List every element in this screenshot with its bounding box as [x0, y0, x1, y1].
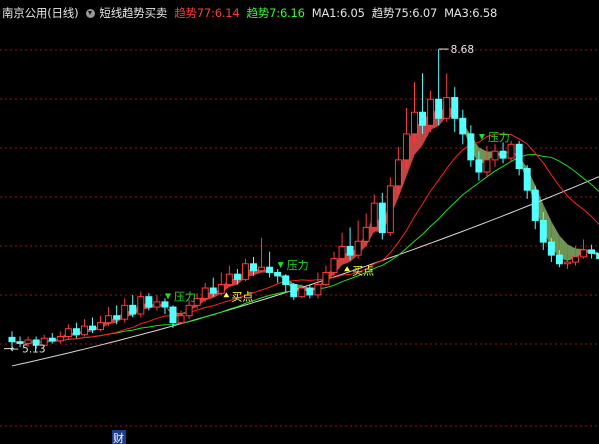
- candle-down: [555, 254, 563, 265]
- candle-down: [539, 219, 547, 243]
- candle-up: [483, 159, 491, 173]
- candle-up: [217, 284, 225, 294]
- candle-down: [523, 168, 531, 191]
- candle-up: [386, 185, 394, 234]
- candle-down: [250, 263, 257, 272]
- candle-down: [72, 328, 80, 336]
- finance-marker-icon: 财: [113, 431, 124, 444]
- candle-down: [290, 284, 298, 298]
- chart-window: 南京公用 (日线) 短线趋势买卖 趋势77: 6.14 趋势7: 6.16 MA…: [0, 0, 599, 444]
- candle-up: [427, 98, 435, 126]
- candle-up: [153, 301, 161, 308]
- candle-down: [233, 273, 241, 280]
- candle-up: [394, 159, 402, 187]
- candle-up: [402, 133, 410, 161]
- candle-up: [362, 226, 370, 242]
- candle-up: [443, 97, 451, 119]
- candle-down: [161, 301, 169, 308]
- candle-up: [491, 150, 499, 161]
- candle-down: [467, 133, 475, 161]
- candle-up: [121, 304, 129, 320]
- sell-signal-icon: [165, 293, 171, 300]
- candle-down: [475, 159, 483, 173]
- candle-down: [282, 275, 290, 286]
- candle-down: [547, 241, 555, 256]
- buy-signal-icon: [344, 266, 351, 272]
- candle-up: [225, 273, 233, 286]
- candle-up: [56, 336, 64, 342]
- candle-up: [507, 143, 515, 159]
- candle-up: [563, 261, 571, 265]
- candle-up: [580, 249, 588, 258]
- candle-up: [80, 325, 88, 336]
- candle-down: [266, 266, 274, 273]
- sell-signal-label: 压力: [174, 290, 196, 303]
- candle-down: [346, 245, 354, 256]
- candle-down: [451, 97, 459, 119]
- candle-down: [48, 337, 56, 342]
- candle-down: [435, 98, 443, 119]
- candle-up: [241, 263, 249, 280]
- candle-down: [129, 304, 137, 315]
- candle-up: [370, 202, 378, 228]
- candle-up: [258, 266, 266, 272]
- trend77-line: [11, 133, 599, 344]
- candle-down: [274, 271, 282, 277]
- candle-up: [322, 271, 330, 286]
- sell-signal-label: 压力: [287, 259, 309, 272]
- candle-down: [459, 117, 467, 135]
- candle-up: [314, 284, 322, 296]
- candle-down: [531, 189, 539, 221]
- candle-down: [499, 150, 507, 159]
- candle-up: [64, 328, 72, 338]
- candle-up: [185, 304, 193, 317]
- candle-up: [105, 315, 113, 324]
- candle-down: [378, 202, 386, 234]
- candle-down: [306, 287, 314, 296]
- candle-up: [201, 287, 209, 299]
- candle-down: [419, 111, 427, 126]
- candle-up: [97, 322, 105, 331]
- candlestick-chart[interactable]: 8.68← 5.13压力 买点压力 买点压力财: [0, 0, 599, 444]
- buy-signal-label: 买点: [231, 290, 253, 303]
- trend7-line: [11, 154, 599, 344]
- sell-signal-icon: [277, 262, 284, 269]
- candle-down: [8, 336, 16, 343]
- candle-up: [411, 111, 418, 135]
- high-price-label: 8.68: [451, 44, 474, 56]
- candle-down: [209, 287, 217, 294]
- sell-signal-label: 压力: [488, 131, 510, 144]
- candle-up: [338, 245, 346, 260]
- candle-up: [137, 296, 145, 315]
- candle-up: [354, 240, 362, 256]
- candle-up: [330, 258, 338, 273]
- candle-up: [177, 315, 185, 324]
- buy-signal-label: 买点: [352, 264, 374, 277]
- candle-up: [572, 256, 579, 263]
- candle-down: [89, 325, 96, 331]
- candle-down: [169, 306, 177, 324]
- candle-down: [145, 296, 153, 308]
- candle-down: [515, 143, 523, 170]
- candle-up: [298, 287, 306, 298]
- low-price-label: ← 5.13: [10, 344, 46, 356]
- candle-down: [113, 315, 121, 320]
- candle-down: [588, 249, 596, 254]
